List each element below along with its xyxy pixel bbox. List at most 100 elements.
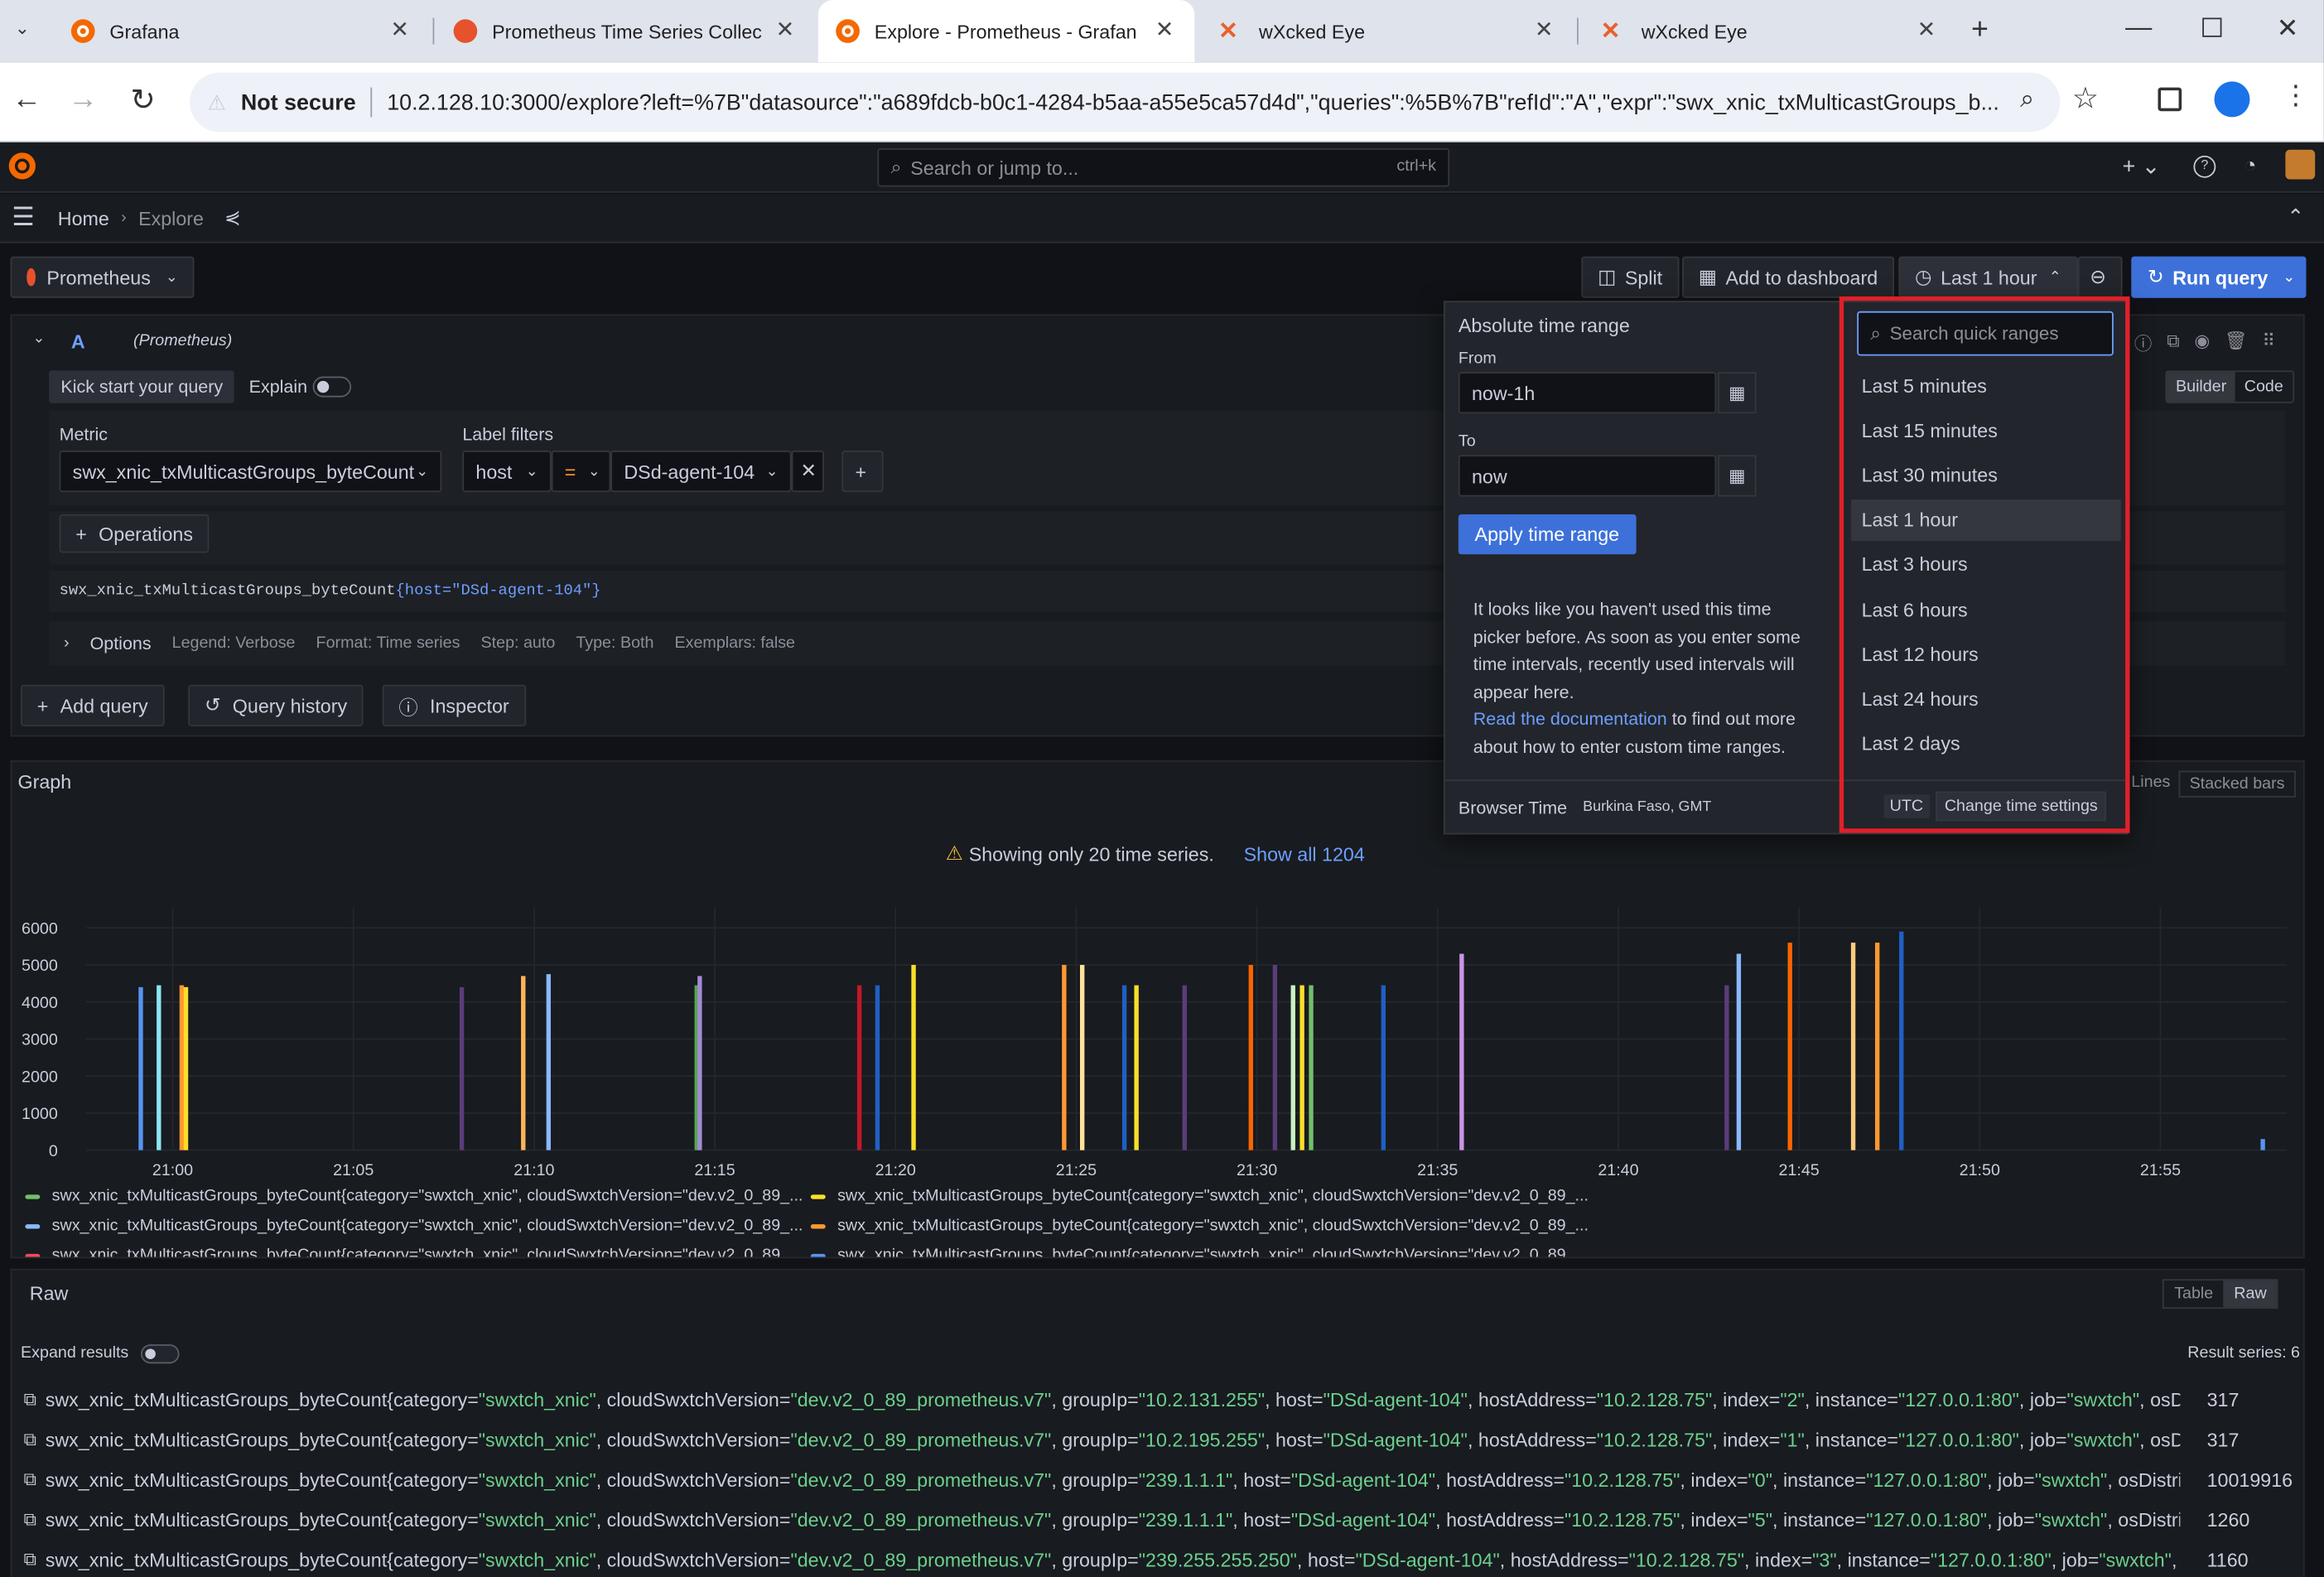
- legend-item[interactable]: swx_xnic_txMulticastGroups_byteCount{cat…: [25, 1187, 803, 1205]
- back-icon[interactable]: ←: [12, 83, 41, 117]
- copy-icon[interactable]: ⧉: [24, 1548, 36, 1570]
- reload-icon[interactable]: ↻: [130, 81, 155, 118]
- label-key-select[interactable]: host ⌄: [462, 451, 552, 493]
- run-query-button[interactable]: ↻ Run query ⌄: [2131, 256, 2307, 298]
- copy-icon[interactable]: ⧉: [24, 1388, 36, 1411]
- chart-bar[interactable]: [1874, 943, 1880, 1150]
- help-icon[interactable]: ⓘ: [2134, 330, 2153, 355]
- chart-bar[interactable]: [1787, 943, 1792, 1150]
- chart-bar[interactable]: [138, 986, 143, 1150]
- browser-tab-wxcked-2[interactable]: ✕ wXcked Eye ✕: [1580, 0, 1957, 62]
- zoom-out-button[interactable]: ⊖: [2077, 256, 2123, 298]
- from-input[interactable]: now-1h: [1458, 372, 1717, 414]
- tab-search-icon[interactable]: ⌄: [6, 17, 38, 47]
- add-filter-button[interactable]: +: [841, 451, 884, 493]
- chart-bar[interactable]: [1062, 964, 1067, 1150]
- add-to-dashboard-button[interactable]: ▦ Add to dashboard: [1682, 256, 1894, 298]
- raw-result-row[interactable]: ⧉ swx_xnic_txMulticastGroups_byteCount{ca…: [24, 1463, 2293, 1495]
- chart-bar[interactable]: [1182, 985, 1187, 1150]
- legend-item[interactable]: swx_xnic_txMulticastGroups_byteCount{cat…: [810, 1247, 1589, 1257]
- forward-icon[interactable]: →: [68, 83, 98, 117]
- close-tab-icon[interactable]: ✕: [1917, 17, 1936, 42]
- table-view-button[interactable]: Table: [2164, 1280, 2224, 1307]
- raw-result-row[interactable]: ⧉ swx_xnic_txMulticastGroups_byteCount{ca…: [24, 1383, 2292, 1415]
- split-button[interactable]: ◫ Split: [1581, 256, 1679, 298]
- chart-bar[interactable]: [183, 986, 189, 1150]
- trash-icon[interactable]: 🗑: [2225, 330, 2247, 355]
- close-tab-icon[interactable]: ✕: [390, 17, 409, 42]
- browser-tab-explore[interactable]: Explore - Prometheus - Grafan ✕: [817, 0, 1195, 63]
- operations-button[interactable]: + Operations: [59, 514, 210, 553]
- legend-item[interactable]: swx_xnic_txMulticastGroups_byteCount{cat…: [810, 1217, 1589, 1235]
- close-window-icon[interactable]: ✕: [2277, 13, 2299, 45]
- remove-filter-button[interactable]: ✕: [791, 451, 824, 493]
- label-operator-select[interactable]: = ⌄: [551, 451, 611, 493]
- label-value-select[interactable]: DSd-agent-104 ⌄: [610, 451, 792, 493]
- documentation-link[interactable]: Read the documentation: [1473, 708, 1667, 729]
- show-all-series-link[interactable]: Show all 1204: [1244, 842, 1365, 865]
- raw-view-button[interactable]: Raw: [2223, 1280, 2278, 1308]
- copy-icon[interactable]: ⧉: [24, 1468, 36, 1490]
- eye-icon[interactable]: ◉: [2195, 330, 2211, 355]
- stacked-bars-button[interactable]: Stacked bars: [2179, 770, 2296, 798]
- bookmark-star-icon[interactable]: ☆: [2072, 80, 2099, 118]
- grafana-logo-icon[interactable]: [8, 152, 36, 180]
- breadcrumb-explore[interactable]: Explore: [138, 207, 204, 229]
- duplicate-icon[interactable]: ⧉: [2167, 330, 2179, 355]
- close-tab-icon[interactable]: ✕: [1155, 17, 1174, 42]
- legend-item[interactable]: swx_xnic_txMulticastGroups_byteCount{cat…: [25, 1247, 803, 1257]
- global-search-input[interactable]: ⌕ Search or jump to... ctrl+k: [877, 147, 1450, 187]
- news-rss-icon[interactable]: ◔: [2244, 152, 2256, 176]
- chart-bar[interactable]: [1299, 985, 1304, 1150]
- legend-item[interactable]: swx_xnic_txMulticastGroups_byteCount{cat…: [25, 1217, 803, 1235]
- raw-result-row[interactable]: ⧉ swx_xnic_txMulticastGroups_byteCount{ca…: [24, 1503, 2292, 1536]
- to-calendar-icon[interactable]: ▦: [1718, 455, 1757, 497]
- metric-select[interactable]: swx_xnic_txMulticastGroups_byteCount ⌄: [59, 451, 442, 493]
- expand-results-toggle[interactable]: [141, 1344, 180, 1364]
- minimize-icon[interactable]: —: [2125, 12, 2152, 43]
- apply-time-range-button[interactable]: Apply time range: [1458, 514, 1636, 555]
- chart-bar[interactable]: [1134, 985, 1139, 1150]
- chart-bar[interactable]: [1459, 953, 1464, 1150]
- browser-tab-prometheus[interactable]: Prometheus Time Series Collec ✕: [436, 0, 815, 62]
- breadcrumb-home[interactable]: Home: [58, 207, 109, 229]
- chart-bar[interactable]: [856, 985, 862, 1150]
- maximize-icon[interactable]: [2202, 17, 2222, 37]
- new-tab-icon[interactable]: +: [1971, 13, 1989, 47]
- profile-avatar-icon[interactable]: [2214, 81, 2250, 118]
- chart-bar[interactable]: [1272, 964, 1278, 1150]
- collapse-query-icon[interactable]: ⌄: [32, 330, 45, 347]
- datasource-picker[interactable]: Prometheus ⌄: [10, 256, 195, 298]
- raw-result-row[interactable]: ⧉ swx_xnic_txMulticastGroups_byteCount{ca…: [24, 1543, 2292, 1575]
- chart-bar[interactable]: [1724, 985, 1729, 1150]
- chart-bar[interactable]: [1309, 985, 1314, 1150]
- side-panel-icon[interactable]: [2158, 87, 2182, 112]
- address-bar[interactable]: ⚠ Not secure 10.2.128.10:3000/explore?le…: [190, 72, 2061, 133]
- chevron-down-icon[interactable]: ⌄: [2283, 269, 2295, 286]
- chart-bar[interactable]: [1121, 985, 1127, 1150]
- chart-bar[interactable]: [2260, 1139, 2265, 1150]
- user-avatar-icon[interactable]: [2285, 149, 2316, 180]
- chart-bar[interactable]: [179, 985, 185, 1150]
- collapse-chevron-up-icon[interactable]: ⌃: [2287, 205, 2304, 229]
- legend-item[interactable]: swx_xnic_txMulticastGroups_byteCount{cat…: [810, 1187, 1589, 1205]
- to-input[interactable]: now: [1458, 455, 1717, 497]
- time-series-chart[interactable]: 6000 5000 4000 3000 2000 1000 0 21:00 21:05 21:10…: [12, 907, 2304, 1189]
- chart-bar[interactable]: [1850, 943, 1856, 1150]
- raw-result-row[interactable]: ⧉ swx_xnic_txMulticastGroups_byteCount{ca…: [24, 1423, 2292, 1455]
- query-ref-id[interactable]: A: [71, 330, 85, 353]
- add-query-button[interactable]: + Add query: [21, 684, 165, 726]
- kick-start-button[interactable]: Kick start your query: [49, 370, 235, 403]
- chart-bar[interactable]: [1079, 964, 1085, 1150]
- help-icon[interactable]: ?: [2193, 155, 2216, 178]
- code-mode-button[interactable]: Code: [2235, 372, 2293, 402]
- browser-tab-wxcked-1[interactable]: ✕ wXcked Eye ✕: [1198, 0, 1574, 62]
- chart-bar[interactable]: [1381, 985, 1386, 1150]
- chart-bar[interactable]: [875, 985, 880, 1150]
- inspector-button[interactable]: ⓘ Inspector: [382, 684, 526, 726]
- lines-style-button[interactable]: Lines: [2123, 771, 2180, 798]
- zoom-icon[interactable]: ⌕: [2020, 84, 2034, 114]
- from-calendar-icon[interactable]: ▦: [1718, 372, 1757, 414]
- chart-bar[interactable]: [1290, 985, 1295, 1150]
- copy-icon[interactable]: ⧉: [24, 1428, 36, 1450]
